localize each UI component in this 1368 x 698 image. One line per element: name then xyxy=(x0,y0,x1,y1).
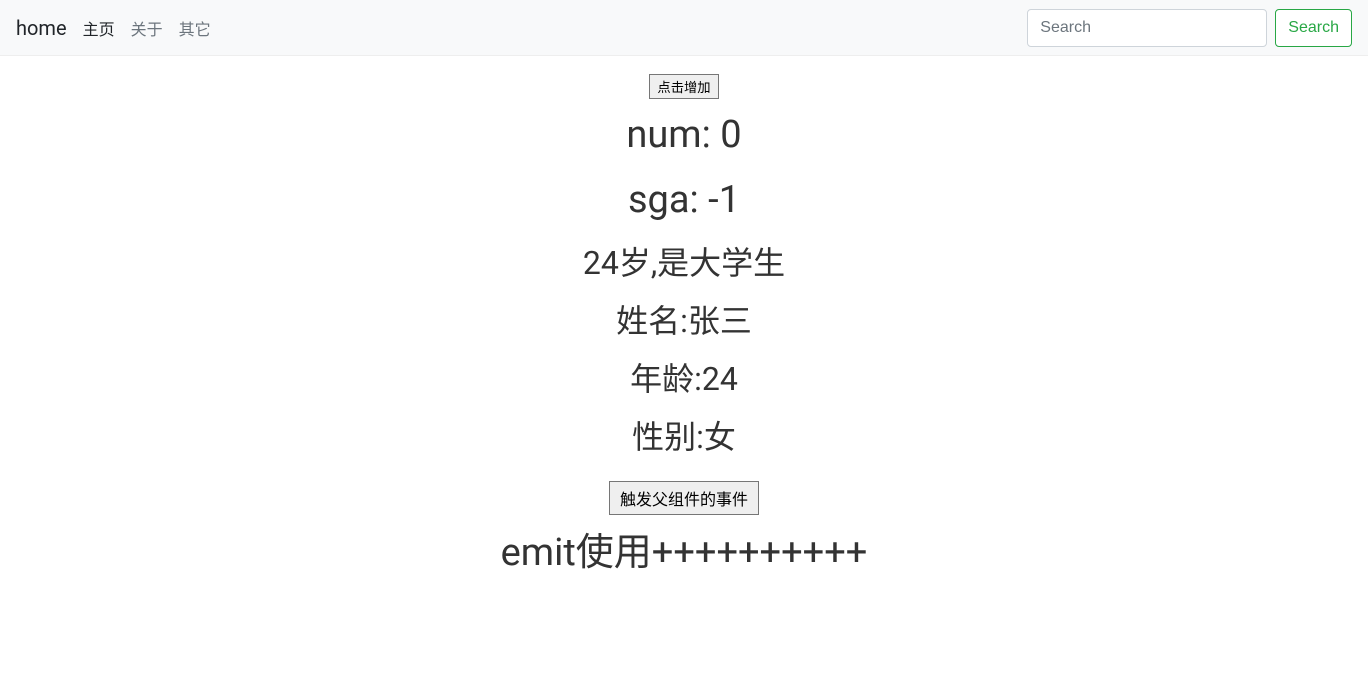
nav-links: 主页 关于 其它 xyxy=(83,16,1028,40)
nav-link-other[interactable]: 其它 xyxy=(179,16,211,40)
search-input[interactable] xyxy=(1027,9,1267,47)
search-button[interactable]: Search xyxy=(1275,9,1352,47)
num-value: num: 0 xyxy=(0,107,1368,164)
increment-button[interactable]: 点击增加 xyxy=(649,74,718,99)
nav-link-about[interactable]: 关于 xyxy=(131,16,163,40)
sga-value: sga: -1 xyxy=(0,172,1368,229)
gender-line: 性别:女 xyxy=(0,413,1368,461)
search-form: Search xyxy=(1027,9,1352,47)
student-info: 24岁,是大学生 xyxy=(0,239,1368,287)
navbar-brand[interactable]: home xyxy=(16,16,67,40)
navbar: home 主页 关于 其它 Search xyxy=(0,0,1368,56)
main-content: 点击增加 num: 0 sga: -1 24岁,是大学生 姓名:张三 年龄:24… xyxy=(0,56,1368,582)
trigger-parent-button[interactable]: 触发父组件的事件 xyxy=(609,481,759,515)
nav-link-home[interactable]: 主页 xyxy=(83,16,115,40)
name-line: 姓名:张三 xyxy=(0,297,1368,345)
emit-line: emit使用++++++++++ xyxy=(0,525,1368,582)
age-line: 年龄:24 xyxy=(0,355,1368,403)
